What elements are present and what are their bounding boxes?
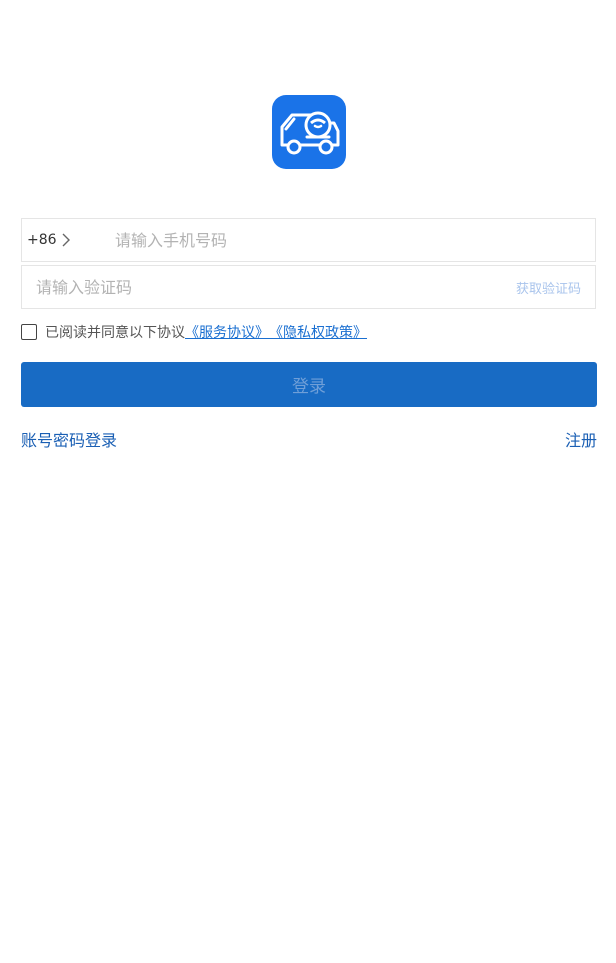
agreement-row: 已阅读并同意以下协议 《服务协议》 《隐私权政策》 <box>21 322 367 342</box>
chevron-right-icon <box>62 233 70 247</box>
register-link[interactable]: 注册 <box>565 427 597 451</box>
phone-input[interactable] <box>115 219 595 261</box>
app-logo <box>272 95 346 169</box>
code-field: 获取验证码 <box>21 265 596 309</box>
phone-field: +86 <box>21 218 596 262</box>
service-agreement-link[interactable]: 《服务协议》 <box>185 322 269 342</box>
country-code-selector[interactable]: +86 <box>22 232 115 248</box>
login-button[interactable]: 登录 <box>21 362 597 407</box>
agreement-text: 已阅读并同意以下协议 <box>45 325 185 341</box>
country-code: +86 <box>27 232 57 248</box>
password-login-link[interactable]: 账号密码登录 <box>21 427 117 451</box>
verification-code-input[interactable] <box>22 266 516 308</box>
agreement-checkbox[interactable] <box>21 324 37 340</box>
get-code-button[interactable]: 获取验证码 <box>516 278 595 297</box>
delivery-van-robot-icon <box>280 111 340 155</box>
privacy-policy-link[interactable]: 《隐私权政策》 <box>269 322 367 342</box>
